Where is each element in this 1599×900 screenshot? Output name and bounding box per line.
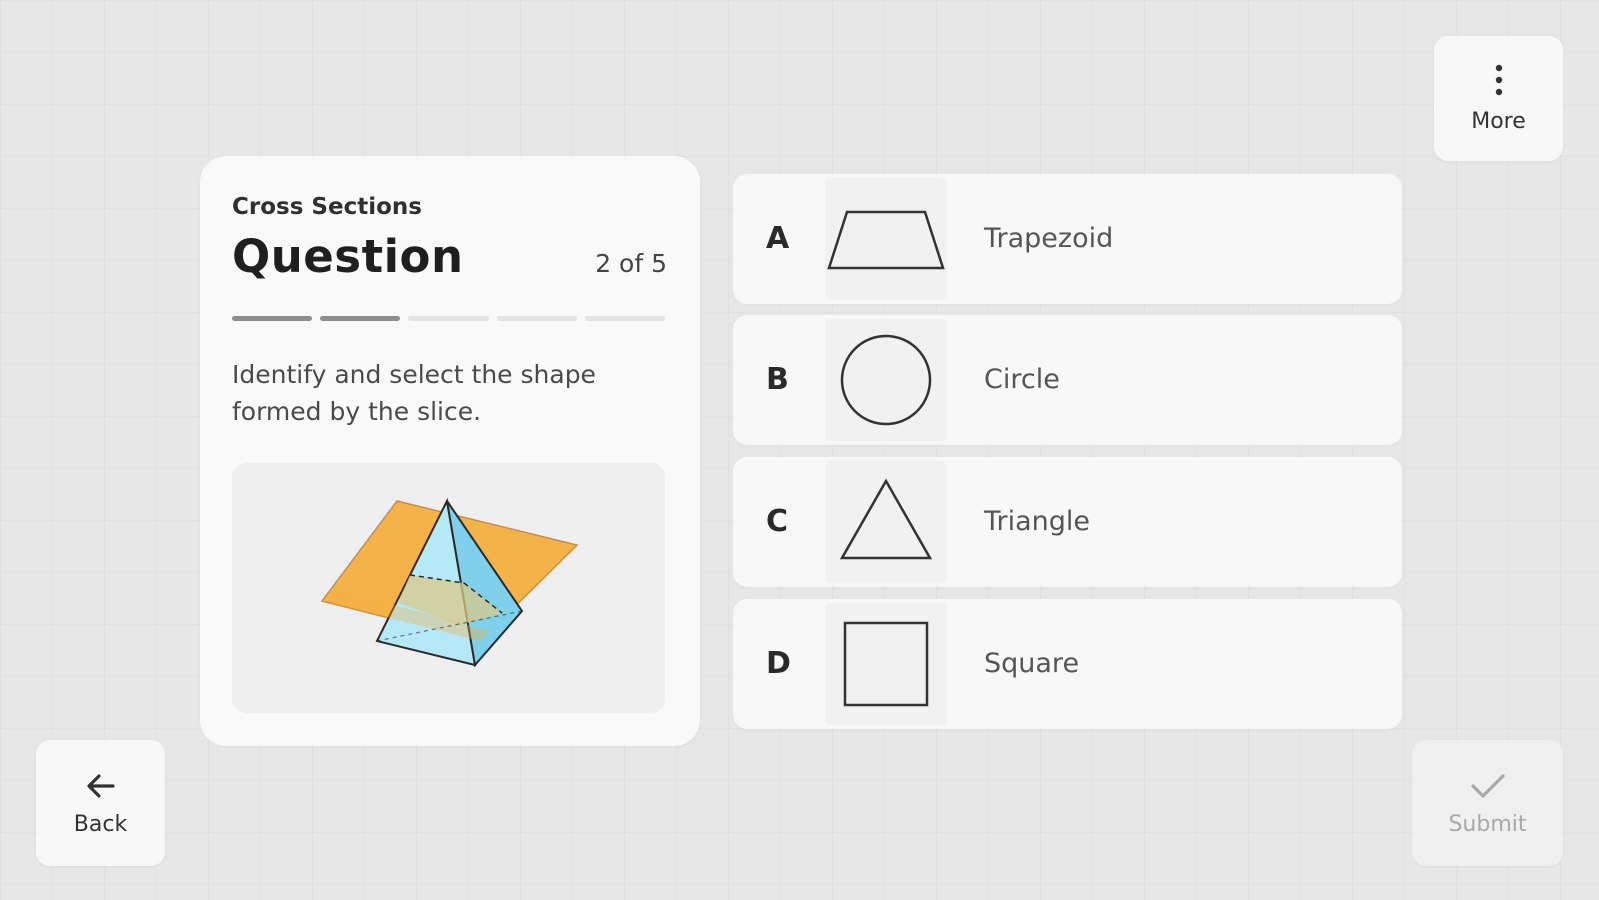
answer-shape-box xyxy=(825,319,947,441)
question-prompt: Identify and select the shape formed by … xyxy=(232,360,596,426)
progress-segment xyxy=(584,316,666,321)
more-vertical-icon xyxy=(1494,63,1504,103)
answer-letter: D xyxy=(766,646,791,681)
answer-option-c[interactable]: C Triangle xyxy=(733,457,1402,587)
submit-button-label: Submit xyxy=(1448,811,1527,837)
answer-letter: B xyxy=(766,362,789,397)
answer-option-b[interactable]: B Circle xyxy=(733,315,1402,445)
question-progress-text: 2 of 5 xyxy=(595,249,667,278)
question-card: Cross Sections Question 2 of 5 Identify … xyxy=(200,156,700,746)
question-title: Question xyxy=(232,230,464,283)
circle-icon xyxy=(840,334,932,426)
square-icon xyxy=(843,621,929,707)
question-progress-bar xyxy=(232,316,666,321)
progress-segment xyxy=(320,316,401,321)
answer-option-d[interactable]: D Square xyxy=(733,599,1402,729)
answer-label: Circle xyxy=(984,364,1060,395)
trapezoid-icon xyxy=(827,210,945,270)
submit-button[interactable]: Submit xyxy=(1412,740,1563,866)
answer-letter: A xyxy=(766,221,790,256)
answer-letter: C xyxy=(766,504,789,539)
arrow-left-icon xyxy=(83,770,119,806)
more-button-label: More xyxy=(1471,109,1526,134)
back-button-label: Back xyxy=(73,811,128,837)
answer-label: Square xyxy=(984,648,1080,679)
answer-shape-box xyxy=(825,603,947,725)
more-button[interactable]: More xyxy=(1434,36,1563,161)
progress-segment xyxy=(232,316,313,321)
question-subject: Cross Sections xyxy=(232,194,422,220)
check-icon xyxy=(1468,770,1508,806)
question-figure xyxy=(232,463,665,713)
progress-segment xyxy=(408,316,489,321)
answer-shape-box xyxy=(825,178,947,300)
triangle-icon xyxy=(839,478,933,560)
answer-label: Triangle xyxy=(984,506,1091,537)
progress-segment xyxy=(496,316,577,321)
pyramid-cross-section-figure xyxy=(320,497,579,668)
answer-shape-box xyxy=(825,461,947,583)
answer-label: Trapezoid xyxy=(984,223,1114,254)
answer-option-a[interactable]: A Trapezoid xyxy=(733,174,1402,304)
back-button[interactable]: Back xyxy=(36,740,165,866)
